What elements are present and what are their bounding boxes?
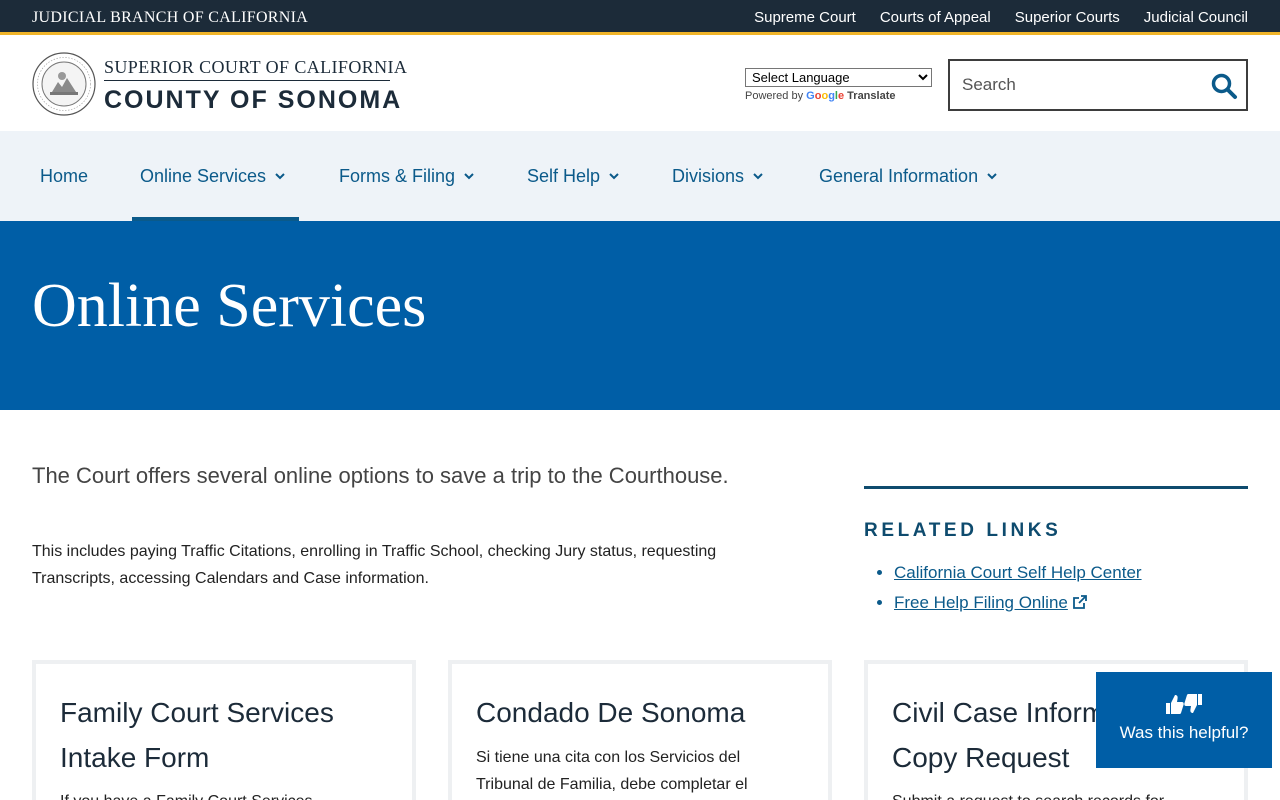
thumbs-up-down-icon: [1166, 694, 1202, 714]
chevron-down-icon: [275, 173, 285, 180]
card-description: If you have a Family Court Services: [60, 788, 380, 800]
condado-de-sonoma-card[interactable]: Condado De Sonoma Si tiene una cita con …: [448, 660, 832, 800]
intro-lead: The Court offers several online options …: [32, 463, 729, 488]
brand-superior-court[interactable]: SUPERIOR COURT OF CALIFORNIA: [104, 57, 407, 78]
brand-divider: [104, 80, 390, 81]
nav-self-help-label: Self Help: [527, 165, 601, 186]
list-item: California Court Self Help Center: [894, 558, 1248, 588]
related-links-heading: RELATED LINKS: [864, 520, 1062, 541]
nav-forms-filing-label: Forms & Filing: [339, 165, 456, 186]
judicial-branch-title[interactable]: JUDICIAL BRANCH OF CALIFORNIA: [32, 9, 308, 27]
list-item: Free Help Filing Online: [894, 588, 1248, 618]
family-court-services-card[interactable]: Family Court Services Intake Form If you…: [32, 660, 416, 800]
nav-general-information[interactable]: General Information: [811, 131, 1006, 221]
supreme-court-link[interactable]: Supreme Court: [754, 9, 856, 26]
site-header: SUPERIOR COURT OF CALIFORNIA COUNTY OF S…: [0, 38, 1280, 131]
utility-links: Supreme Court Courts of Appeal Superior …: [754, 9, 1248, 26]
superior-courts-link[interactable]: Superior Courts: [1015, 9, 1120, 26]
free-help-filing-link[interactable]: Free Help Filing Online: [894, 593, 1068, 612]
brand-county-of-sonoma[interactable]: COUNTY OF SONOMA: [104, 86, 402, 115]
nav-online-services[interactable]: Online Services: [132, 131, 299, 221]
nav-forms-filing[interactable]: Forms & Filing: [331, 131, 483, 221]
nav-self-help[interactable]: Self Help: [519, 131, 628, 221]
related-links: RELATED LINKS California Court Self Help…: [864, 486, 1248, 618]
nav-online-services-label: Online Services: [140, 165, 267, 186]
chevron-down-icon: [464, 173, 474, 180]
language-select[interactable]: Select Language: [745, 68, 932, 87]
judicial-council-link[interactable]: Judicial Council: [1144, 9, 1248, 26]
search-input[interactable]: [962, 73, 1202, 97]
powered-by-text: Powered by: [745, 90, 804, 102]
card-title[interactable]: Condado De Sonoma: [476, 690, 816, 735]
court-seal-icon[interactable]: [32, 52, 96, 116]
utility-bar: JUDICIAL BRANCH OF CALIFORNIA Supreme Co…: [0, 0, 1280, 35]
google-logo-icon: Google: [806, 90, 845, 102]
self-help-center-link[interactable]: California Court Self Help Center: [894, 563, 1142, 582]
main-nav: Home Online Services Forms & Filing Self…: [0, 131, 1280, 221]
card-description: Si tiene una cita con los Servicios del …: [476, 749, 748, 793]
nav-home[interactable]: Home: [32, 131, 96, 221]
chevron-down-icon: [987, 173, 997, 180]
nav-divisions[interactable]: Divisions: [664, 131, 772, 221]
intro-paragraph: This includes paying Traffic Citations, …: [32, 543, 717, 587]
chevron-down-icon: [753, 173, 763, 180]
translate-text: Translate: [847, 90, 896, 102]
page-hero: Online Services: [0, 221, 1280, 410]
was-this-helpful-label: Was this helpful?: [1119, 723, 1249, 742]
card-description: Submit a request to search records for: [892, 788, 1212, 800]
page-title: Online Services: [32, 272, 427, 340]
card-title[interactable]: Family Court Services Intake Form: [60, 690, 400, 780]
was-this-helpful-button[interactable]: Was this helpful?: [1096, 672, 1272, 768]
nav-general-information-label: General Information: [819, 165, 979, 186]
external-link-icon[interactable]: [1072, 594, 1088, 610]
nav-home-label: Home: [40, 165, 89, 186]
courts-of-appeal-link[interactable]: Courts of Appeal: [880, 9, 991, 26]
search-box: [948, 59, 1248, 111]
nav-divisions-label: Divisions: [672, 165, 745, 186]
search-icon[interactable]: [1210, 72, 1238, 100]
related-links-list: California Court Self Help Center Free H…: [864, 558, 1248, 618]
powered-by-google-translate[interactable]: Powered by Google Translate: [745, 90, 895, 102]
chevron-down-icon: [609, 173, 619, 180]
